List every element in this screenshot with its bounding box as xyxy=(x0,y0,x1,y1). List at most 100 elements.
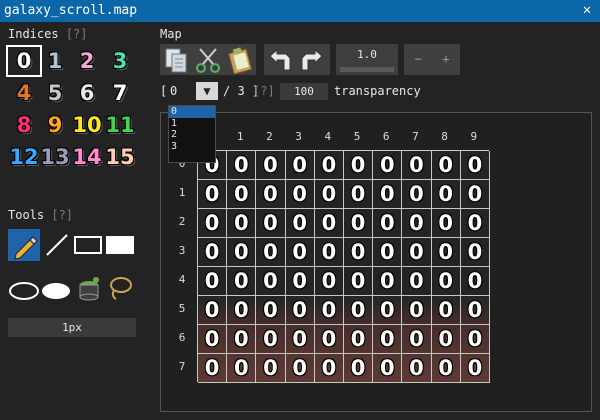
index-swatch[interactable]: 13 xyxy=(38,142,72,172)
index-swatch[interactable]: 8 xyxy=(7,110,41,140)
index-swatch[interactable]: 3 xyxy=(103,46,137,76)
index-swatch[interactable]: 6 xyxy=(70,78,104,108)
layer-option[interactable]: 0 xyxy=(169,106,215,118)
map-cell[interactable]: 0 xyxy=(373,180,403,209)
pencil-tool[interactable] xyxy=(8,229,40,261)
map-cell[interactable]: 0 xyxy=(314,267,344,296)
map-cell[interactable]: 0 xyxy=(373,325,403,354)
map-cell[interactable]: 0 xyxy=(344,296,374,325)
map-cell[interactable]: 0 xyxy=(256,267,286,296)
map-cell[interactable]: 0 xyxy=(256,238,286,267)
index-swatch[interactable]: 15 xyxy=(103,142,137,172)
index-swatch[interactable]: 4 xyxy=(7,78,41,108)
zoom-field[interactable]: 1.0 xyxy=(336,44,398,75)
map-cell[interactable]: 0 xyxy=(256,296,286,325)
map-cell[interactable]: 0 xyxy=(431,180,461,209)
map-cell[interactable]: 0 xyxy=(402,267,432,296)
map-cell[interactable]: 0 xyxy=(402,325,432,354)
map-cell[interactable]: 0 xyxy=(227,296,257,325)
map-cell[interactable]: 0 xyxy=(256,354,286,383)
brush-size-field[interactable]: 1px xyxy=(8,318,136,337)
index-swatch[interactable]: 9 xyxy=(38,110,72,140)
map-cell[interactable]: 0 xyxy=(285,151,315,180)
map-cell[interactable]: 0 xyxy=(285,325,315,354)
map-cell[interactable]: 0 xyxy=(285,267,315,296)
line-tool[interactable] xyxy=(44,232,70,258)
map-cell[interactable]: 0 xyxy=(285,296,315,325)
zoom-plus-button[interactable]: + xyxy=(432,44,460,75)
map-cell[interactable]: 0 xyxy=(285,180,315,209)
map-cell[interactable]: 0 xyxy=(285,238,315,267)
map-cell[interactable]: 0 xyxy=(402,151,432,180)
map-cell[interactable]: 0 xyxy=(227,151,257,180)
cut-icon[interactable] xyxy=(194,46,222,74)
map-cell[interactable]: 0 xyxy=(198,238,228,267)
map-cell[interactable]: 0 xyxy=(227,267,257,296)
map-cell[interactable]: 0 xyxy=(431,209,461,238)
map-cell[interactable]: 0 xyxy=(227,209,257,238)
layer-current[interactable]: 0 xyxy=(170,84,177,98)
map-cell[interactable]: 0 xyxy=(198,209,228,238)
transparency-field[interactable]: 100 xyxy=(280,83,328,100)
map-cell[interactable]: 0 xyxy=(460,296,490,325)
zoom-minus-button[interactable]: − xyxy=(404,44,432,75)
map-cell[interactable]: 0 xyxy=(460,209,490,238)
map-cell[interactable]: 0 xyxy=(344,209,374,238)
map-cell[interactable]: 0 xyxy=(198,325,228,354)
zoom-slider[interactable] xyxy=(340,67,394,72)
map-cell[interactable]: 0 xyxy=(402,354,432,383)
copy-icon[interactable] xyxy=(162,46,190,74)
map-cell[interactable]: 0 xyxy=(314,180,344,209)
index-swatch[interactable]: 2 xyxy=(70,46,104,76)
index-swatch[interactable]: 10 xyxy=(70,110,104,140)
map-cell[interactable]: 0 xyxy=(402,238,432,267)
map-cell[interactable]: 0 xyxy=(314,209,344,238)
map-grid[interactable]: 0000000000000000000000000000000000000000… xyxy=(197,150,490,383)
map-cell[interactable]: 0 xyxy=(198,296,228,325)
map-cell[interactable]: 0 xyxy=(373,354,403,383)
redo-icon[interactable] xyxy=(298,46,326,74)
map-cell[interactable]: 0 xyxy=(314,151,344,180)
index-swatch[interactable]: 11 xyxy=(103,110,137,140)
map-cell[interactable]: 0 xyxy=(227,354,257,383)
map-cell[interactable]: 0 xyxy=(460,151,490,180)
map-cell[interactable]: 0 xyxy=(344,325,374,354)
map-cell[interactable]: 0 xyxy=(431,296,461,325)
lasso-tool[interactable] xyxy=(106,274,134,302)
map-cell[interactable]: 0 xyxy=(344,238,374,267)
layer-help[interactable]: [?] xyxy=(253,84,275,98)
map-cell[interactable]: 0 xyxy=(344,180,374,209)
map-cell[interactable]: 0 xyxy=(431,267,461,296)
map-cell[interactable]: 0 xyxy=(227,238,257,267)
map-cell[interactable]: 0 xyxy=(460,180,490,209)
index-swatch[interactable]: 1 xyxy=(38,46,72,76)
map-cell[interactable]: 0 xyxy=(344,151,374,180)
map-cell[interactable]: 0 xyxy=(431,238,461,267)
map-cell[interactable]: 0 xyxy=(402,296,432,325)
index-swatch[interactable]: 7 xyxy=(103,78,137,108)
map-cell[interactable]: 0 xyxy=(373,209,403,238)
map-cell[interactable]: 0 xyxy=(256,325,286,354)
map-cell[interactable]: 0 xyxy=(285,209,315,238)
bucket-tool[interactable] xyxy=(76,274,104,302)
rect-outline-tool[interactable] xyxy=(74,236,102,254)
map-cell[interactable]: 0 xyxy=(431,325,461,354)
rect-filled-tool[interactable] xyxy=(106,236,134,254)
map-cell[interactable]: 0 xyxy=(373,151,403,180)
index-swatch[interactable]: 12 xyxy=(7,142,41,172)
map-cell[interactable]: 0 xyxy=(227,180,257,209)
map-cell[interactable]: 0 xyxy=(431,354,461,383)
map-cell[interactable]: 0 xyxy=(285,354,315,383)
tools-help[interactable]: [?] xyxy=(51,208,73,222)
map-cell[interactable]: 0 xyxy=(314,238,344,267)
layer-option[interactable]: 2 xyxy=(169,129,215,141)
map-cell[interactable]: 0 xyxy=(314,325,344,354)
layer-option[interactable]: 1 xyxy=(169,118,215,130)
ellipse-filled-tool[interactable] xyxy=(40,281,72,301)
map-cell[interactable]: 0 xyxy=(431,151,461,180)
map-cell[interactable]: 0 xyxy=(314,296,344,325)
map-cell[interactable]: 0 xyxy=(460,354,490,383)
map-cell[interactable]: 0 xyxy=(344,267,374,296)
map-cell[interactable]: 0 xyxy=(198,354,228,383)
undo-icon[interactable] xyxy=(266,46,294,74)
